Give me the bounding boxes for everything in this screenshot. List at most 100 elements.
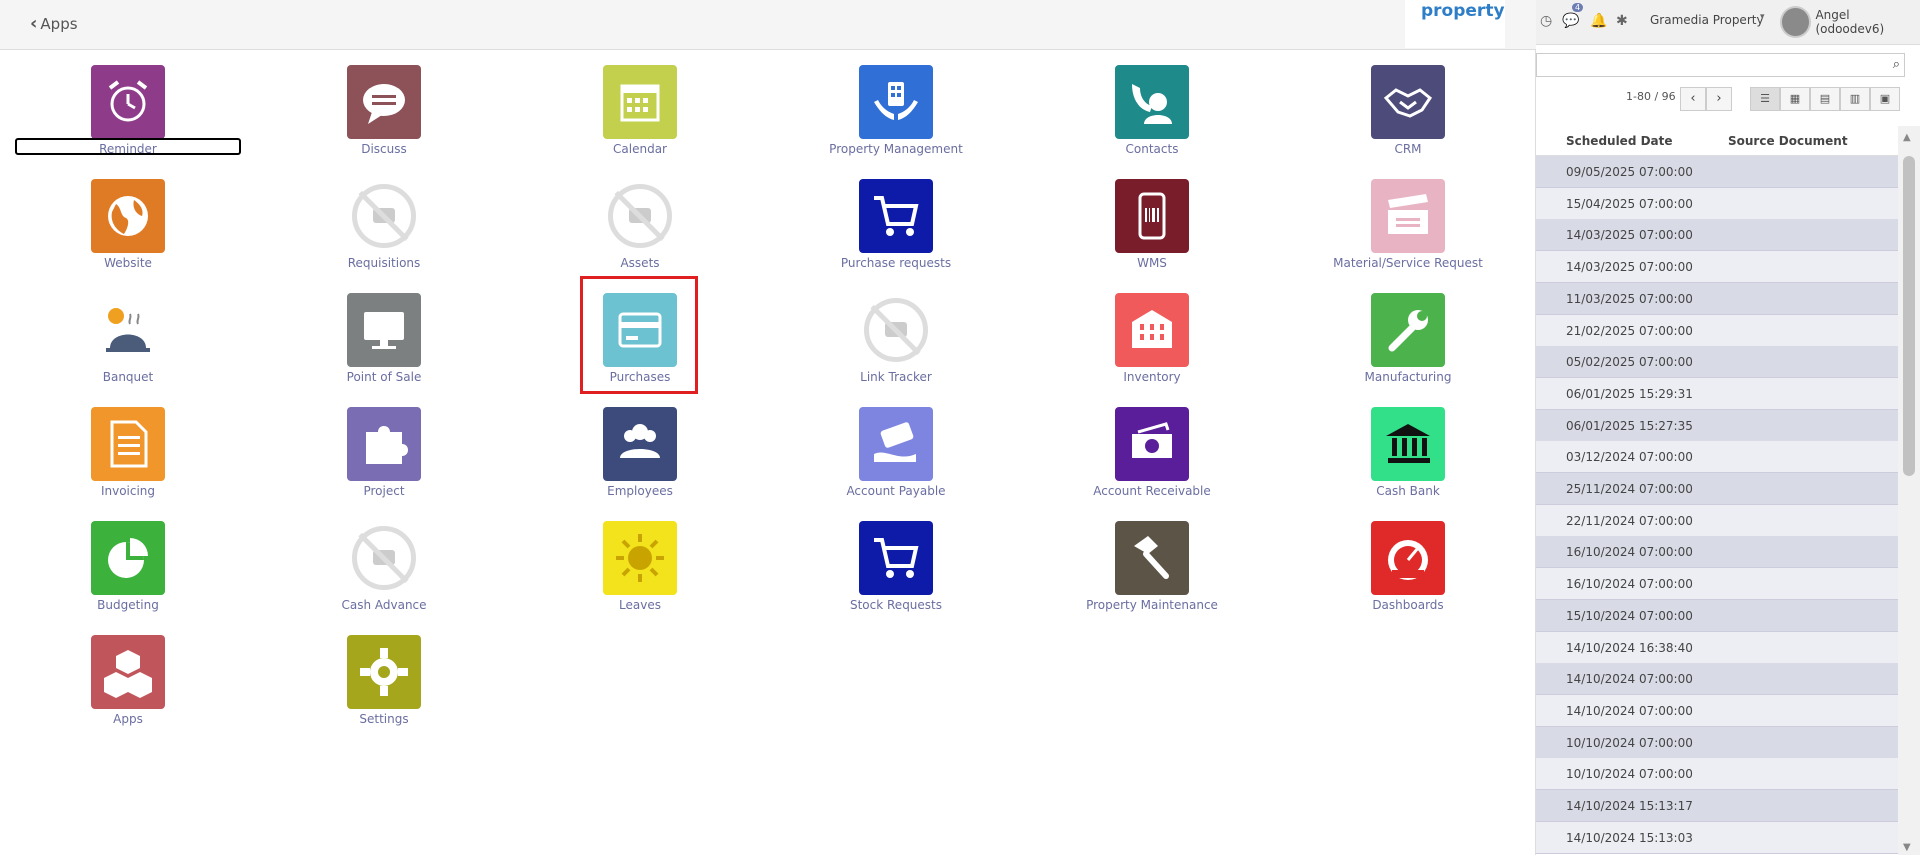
app-label: Budgeting <box>97 598 159 612</box>
app-manufacturing[interactable]: Manufacturing <box>1295 293 1521 384</box>
search-input[interactable]: ⌕ <box>1536 53 1905 77</box>
app-cash-bank[interactable]: Cash Bank <box>1295 407 1521 498</box>
table-row[interactable]: 16/10/2024 07:00:00 <box>1536 568 1900 601</box>
scheduled-date-cell: 03/12/2024 07:00:00 <box>1566 450 1693 465</box>
scrollbar-thumb[interactable] <box>1903 156 1915 476</box>
app-point-of-sale[interactable]: Point of Sale <box>271 293 497 384</box>
column-scheduled-date[interactable]: Scheduled Date <box>1566 134 1673 148</box>
app-leaves[interactable]: Leaves <box>527 521 753 612</box>
app-assets[interactable]: Assets <box>527 179 753 270</box>
scheduled-date-cell: 14/10/2024 07:00:00 <box>1566 703 1693 718</box>
company-switcher[interactable]: Gramedia Property <box>1650 13 1764 27</box>
app-wms[interactable]: WMS <box>1039 179 1265 270</box>
pager-value[interactable]: 1-80 / 96 <box>1626 90 1676 103</box>
chat-bubble-icon <box>347 65 421 139</box>
messages-icon[interactable]: 💬 <box>1562 13 1579 29</box>
user-menu[interactable]: Angel (odoodev6) <box>1780 6 1920 38</box>
app-project[interactable]: Project <box>271 407 497 498</box>
app-employees[interactable]: Employees <box>527 407 753 498</box>
table-row[interactable]: 14/10/2024 07:00:00 <box>1536 663 1900 696</box>
pager-next-button[interactable]: › <box>1706 87 1732 111</box>
bank-icon <box>1371 407 1445 481</box>
table-row[interactable]: 14/10/2024 15:13:03 <box>1536 821 1900 854</box>
app-link-tracker[interactable]: Link Tracker <box>783 293 1009 384</box>
gauge-icon <box>1371 521 1445 595</box>
table-row[interactable]: 15/10/2024 07:00:00 <box>1536 599 1900 632</box>
cloche-icon <box>91 293 165 367</box>
building-hands-icon <box>859 65 933 139</box>
app-discuss[interactable]: Discuss <box>271 65 497 156</box>
app-account-payable[interactable]: Account Payable <box>783 407 1009 498</box>
graph-view-button[interactable]: ▥ <box>1840 87 1870 111</box>
app-label: Link Tracker <box>860 370 932 384</box>
app-banquet[interactable]: Banquet <box>15 293 241 384</box>
app-dashboards[interactable]: Dashboards <box>1295 521 1521 612</box>
handshake-icon <box>1371 65 1445 139</box>
no-image-icon <box>347 521 421 595</box>
calendar-view-button[interactable]: ▣ <box>1870 87 1900 111</box>
scheduled-date-cell: 14/10/2024 07:00:00 <box>1566 672 1693 687</box>
table-row[interactable]: 22/11/2024 07:00:00 <box>1536 504 1900 537</box>
app-settings[interactable]: Settings <box>271 635 497 726</box>
table-row[interactable]: 14/03/2025 07:00:00 <box>1536 251 1900 284</box>
app-website[interactable]: Website <box>15 179 241 270</box>
focus-outline <box>15 138 241 155</box>
table-row[interactable]: 09/05/2025 07:00:00 <box>1536 156 1900 188</box>
kanban-view-button[interactable]: ▦ <box>1780 87 1810 111</box>
table-row[interactable]: 21/02/2025 07:00:00 <box>1536 314 1900 347</box>
highlight-box <box>580 276 698 394</box>
app-property-management[interactable]: Property Management <box>783 65 1009 156</box>
table-row[interactable]: 14/10/2024 07:00:00 <box>1536 694 1900 727</box>
table-row[interactable]: 10/10/2024 07:00:00 <box>1536 726 1900 759</box>
table-row[interactable]: 11/03/2025 07:00:00 <box>1536 282 1900 315</box>
search-icon[interactable]: ⌕ <box>1893 57 1900 72</box>
app-label: Material/Service Request <box>1333 256 1483 270</box>
app-budgeting[interactable]: Budgeting <box>15 521 241 612</box>
pager-previous-button[interactable]: ‹ <box>1680 87 1706 111</box>
app-apps[interactable]: Apps <box>15 635 241 726</box>
pie-chart-icon <box>91 521 165 595</box>
table-row[interactable]: 25/11/2024 07:00:00 <box>1536 473 1900 505</box>
app-stock-requests[interactable]: Stock Requests <box>783 521 1009 612</box>
app-requisitions[interactable]: Requisitions <box>271 179 497 270</box>
pivot-view-button[interactable]: ▤ <box>1810 87 1840 111</box>
app-account-receivable[interactable]: Account Receivable <box>1039 407 1265 498</box>
table-row[interactable]: 14/10/2024 16:38:40 <box>1536 631 1900 664</box>
app-property-maintenance[interactable]: Property Maintenance <box>1039 521 1265 612</box>
cart-icon <box>859 521 933 595</box>
table-row[interactable]: 10/10/2024 07:00:00 <box>1536 758 1900 791</box>
avatar <box>1780 6 1812 38</box>
app-inventory[interactable]: Inventory <box>1039 293 1265 384</box>
table-row[interactable]: 14/10/2024 15:13:17 <box>1536 790 1900 822</box>
messages-badge: 4 <box>1572 3 1584 12</box>
table-row[interactable]: 15/04/2025 07:00:00 <box>1536 187 1900 220</box>
table-row[interactable]: 14/03/2025 07:00:00 <box>1536 219 1900 252</box>
bug-icon[interactable]: ✱ <box>1616 13 1628 29</box>
app-invoicing[interactable]: Invoicing <box>15 407 241 498</box>
app-calendar[interactable]: Calendar <box>527 65 753 156</box>
app-cash-advance[interactable]: Cash Advance <box>271 521 497 612</box>
scroll-down-icon[interactable]: ▼ <box>1903 842 1911 853</box>
wrench-icon <box>1371 293 1445 367</box>
table-row[interactable]: 05/02/2025 07:00:00 <box>1536 346 1900 379</box>
app-contacts[interactable]: Contacts <box>1039 65 1265 156</box>
back-button[interactable]: ‹ Apps <box>30 13 78 34</box>
app-purchase-requests[interactable]: Purchase requests <box>783 179 1009 270</box>
table-row[interactable]: 06/01/2025 15:27:35 <box>1536 409 1900 442</box>
table-row[interactable]: 16/10/2024 07:00:00 <box>1536 536 1900 569</box>
scrollbar[interactable]: ▲ ▼ <box>1898 126 1920 855</box>
scroll-up-icon[interactable]: ▲ <box>1903 132 1911 143</box>
bell-icon[interactable]: 🔔 <box>1590 13 1607 29</box>
apps-menu: ‹ Apps property Reminder Discuss Calendar Pr… <box>0 0 1536 855</box>
app-label: Point of Sale <box>346 370 422 384</box>
scheduled-date-cell: 10/10/2024 07:00:00 <box>1566 735 1693 750</box>
list-view-button[interactable]: ☰ <box>1750 87 1780 111</box>
clock-icon[interactable]: ◷ <box>1540 13 1552 29</box>
table-row[interactable]: 06/01/2025 15:29:31 <box>1536 377 1900 410</box>
column-source-document[interactable]: Source Document <box>1728 134 1848 148</box>
app-crm[interactable]: CRM <box>1295 65 1521 156</box>
app-material-service-request[interactable]: Material/Service Request <box>1295 179 1521 270</box>
back-label: Apps <box>40 15 78 33</box>
table-row[interactable]: 03/12/2024 07:00:00 <box>1536 441 1900 474</box>
puzzle-icon <box>347 407 421 481</box>
